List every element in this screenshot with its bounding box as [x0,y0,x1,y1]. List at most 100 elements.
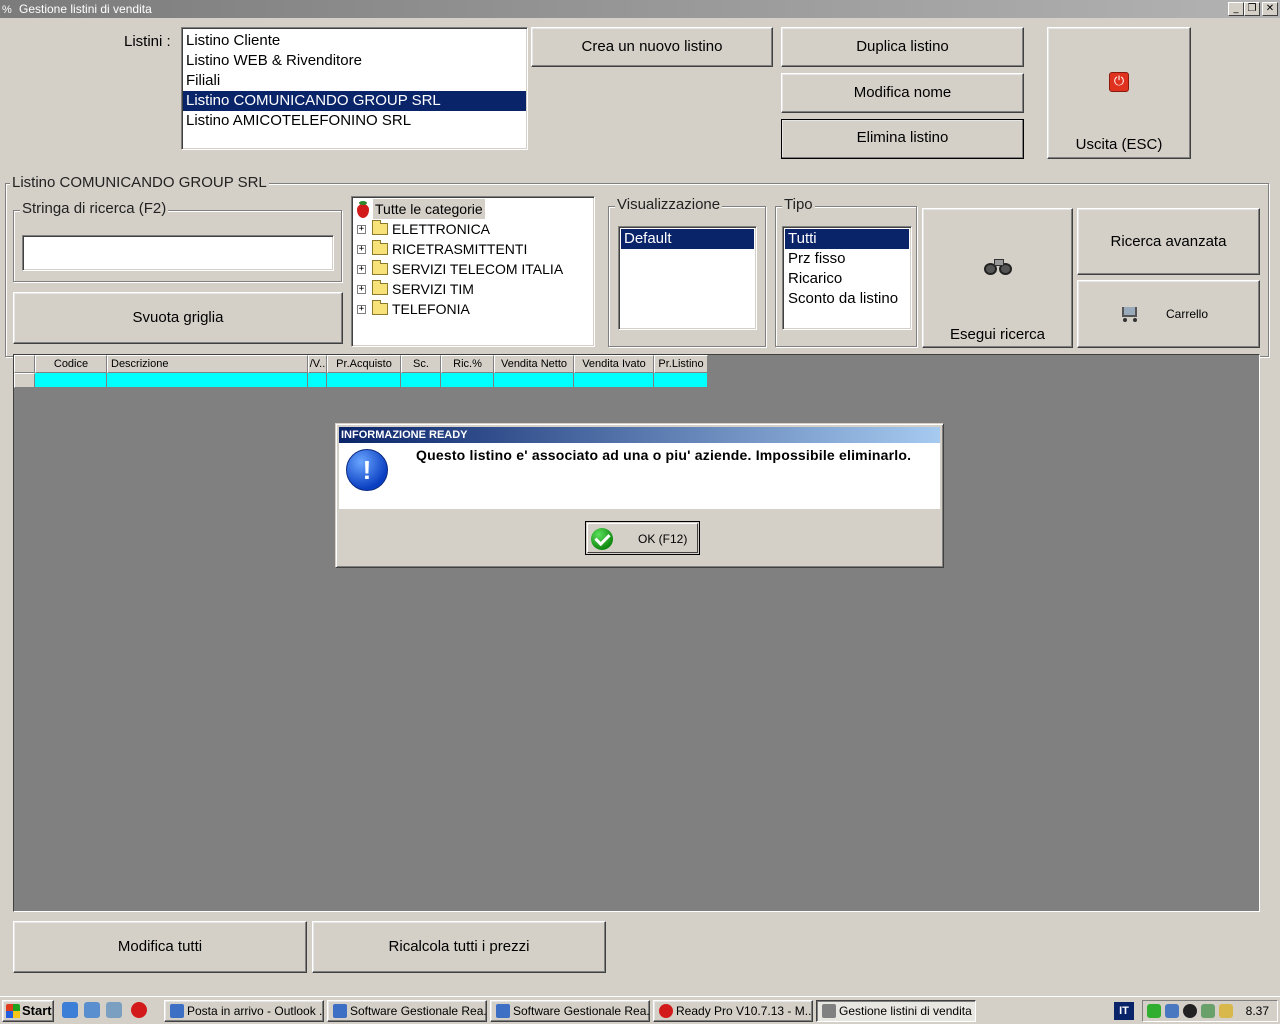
taskbar-item-outlook[interactable]: Posta in arrivo - Outlook ... [164,1000,324,1022]
cart-label: Carrello [1166,307,1209,321]
col-header[interactable]: Vendita Ivato [574,355,654,373]
info-dialog: INFORMAZIONE READY ! Questo listino e' a… [335,423,944,568]
edit-all-button[interactable]: Modifica tutti [13,921,307,973]
table-row[interactable] [14,373,708,388]
col-header[interactable]: /V.. [308,355,327,373]
listini-item[interactable]: Listino WEB & Rivenditore [183,51,526,71]
create-list-button[interactable]: Crea un nuovo listino [531,27,773,67]
table-cell[interactable] [441,373,494,388]
create-list-label: Crea un nuovo listino [581,38,723,55]
desktop-icon[interactable] [106,1002,122,1018]
windows-logo-icon [6,1004,20,1018]
exit-button[interactable]: ⏻ Uscita (ESC) [1047,27,1191,159]
ready-pro-icon[interactable] [131,1002,147,1018]
rename-list-button[interactable]: Modifica nome [781,73,1024,113]
update-tray-icon[interactable] [1201,1004,1215,1018]
delete-list-label: Elimina listino [856,129,949,146]
tree-item[interactable]: + TELEFONIA [352,299,592,319]
tools-tray-icon[interactable] [1219,1004,1233,1018]
recalc-all-button[interactable]: Ricalcola tutti i prezzi [312,921,606,973]
dialog-title: INFORMAZIONE READY [339,427,940,443]
search-legend: Stringa di ricerca (F2) [20,200,169,217]
view-listbox[interactable]: Default [618,226,757,330]
taskbar-item-browser-2[interactable]: Software Gestionale Rea... [490,1000,650,1022]
clear-grid-button[interactable]: Svuota griglia [13,292,343,344]
expand-icon[interactable]: + [357,265,366,274]
dialog-body: ! Questo listino e' associato ad una o p… [339,443,940,509]
col-header[interactable]: Sc. [401,355,441,373]
folder-icon [372,260,388,275]
table-cell[interactable] [654,373,708,388]
expand-icon[interactable]: + [357,225,366,234]
expand-icon[interactable]: + [357,305,366,314]
type-item[interactable]: Ricarico [785,269,909,289]
restore-button[interactable]: ❐ [1244,2,1260,16]
type-listbox[interactable]: Tutti Prz fisso Ricarico Sconto da listi… [782,226,912,330]
col-header[interactable]: Ric.% [441,355,494,373]
listini-item-selected[interactable]: Listino COMUNICANDO GROUP SRL [183,91,526,111]
listini-listbox[interactable]: Listino Cliente Listino WEB & Rivenditor… [181,27,528,150]
system-tray: 8.37 [1142,1000,1278,1022]
language-indicator[interactable]: IT [1114,1002,1134,1020]
col-header[interactable]: Descrizione [107,355,308,373]
taskbar-item-browser-1[interactable]: Software Gestionale Rea... [327,1000,487,1022]
taskbar-item-gestione-listini[interactable]: Gestione listini di vendita [816,1000,976,1022]
ok-button[interactable]: OK (F12) [585,521,700,555]
task-label: Posta in arrivo - Outlook ... [187,1004,324,1018]
tree-item[interactable]: + ELETTRONICA [352,219,592,239]
strawberry-icon [357,201,369,218]
type-item-selected[interactable]: Tutti [785,229,909,249]
listini-item[interactable]: Listino AMICOTELEFONINO SRL [183,111,526,131]
type-item[interactable]: Sconto da listino [785,289,909,309]
search-input[interactable] [22,235,334,271]
grid-corner [14,355,35,373]
table-cell[interactable] [308,373,327,388]
ie-icon[interactable] [62,1002,78,1018]
minimize-button[interactable]: _ [1228,2,1244,16]
exclamation-icon: ! [346,449,388,491]
table-cell[interactable] [494,373,574,388]
taskbar-item-ready-pro[interactable]: Ready Pro V10.7.13 - M... [653,1000,813,1022]
tree-item[interactable]: + RICETRASMITTENTI [352,239,592,259]
duplicate-list-label: Duplica listino [856,38,949,55]
start-button[interactable]: Start [2,1000,54,1022]
view-item-selected[interactable]: Default [621,229,754,249]
row-header[interactable] [14,373,35,388]
advanced-search-label: Ricerca avanzata [1110,233,1227,250]
table-cell[interactable] [35,373,107,388]
view-legend: Visualizzazione [615,196,723,213]
duplicate-list-button[interactable]: Duplica listino [781,27,1024,67]
category-tree[interactable]: Tutte le categorie + ELETTRONICA + RICET… [351,196,595,347]
tree-item[interactable]: + SERVIZI TIM [352,279,592,299]
listini-item[interactable]: Filiali [183,71,526,91]
table-cell[interactable] [401,373,441,388]
type-item[interactable]: Prz fisso [785,249,909,269]
run-search-label: Esegui ricerca [949,326,1046,343]
outlook-icon[interactable] [84,1002,100,1018]
expand-icon[interactable]: + [357,285,366,294]
delete-list-button[interactable]: Elimina listino [781,119,1024,159]
expand-icon[interactable]: + [357,245,366,254]
run-search-button[interactable]: Esegui ricerca [922,208,1073,348]
close-button[interactable]: ✕ [1262,2,1278,16]
cart-button[interactable]: Carrello [1077,280,1260,348]
advanced-search-button[interactable]: Ricerca avanzata [1077,208,1260,275]
col-header[interactable]: Vendita Netto [494,355,574,373]
binoculars-icon [984,259,1014,275]
type-item-label: Tutti [788,230,817,247]
tree-item-label: SERVIZI TELECOM ITALIA [392,261,564,277]
shield-tray-icon[interactable] [1147,1004,1161,1018]
listini-item[interactable]: Listino Cliente [183,31,526,51]
table-cell[interactable] [574,373,654,388]
antivirus-tray-icon[interactable] [1183,1004,1197,1018]
col-header[interactable]: Pr.Acquisto [327,355,401,373]
col-header[interactable]: Codice [35,355,107,373]
tree-root[interactable]: Tutte le categorie [352,199,592,219]
col-header[interactable]: Pr.Listino [654,355,708,373]
window-title: Gestione listini di vendita [19,2,152,16]
table-cell[interactable] [107,373,308,388]
network-tray-icon[interactable] [1165,1004,1179,1018]
table-cell[interactable] [327,373,401,388]
outlook-task-icon [170,1004,184,1018]
tree-item[interactable]: + SERVIZI TELECOM ITALIA [352,259,592,279]
